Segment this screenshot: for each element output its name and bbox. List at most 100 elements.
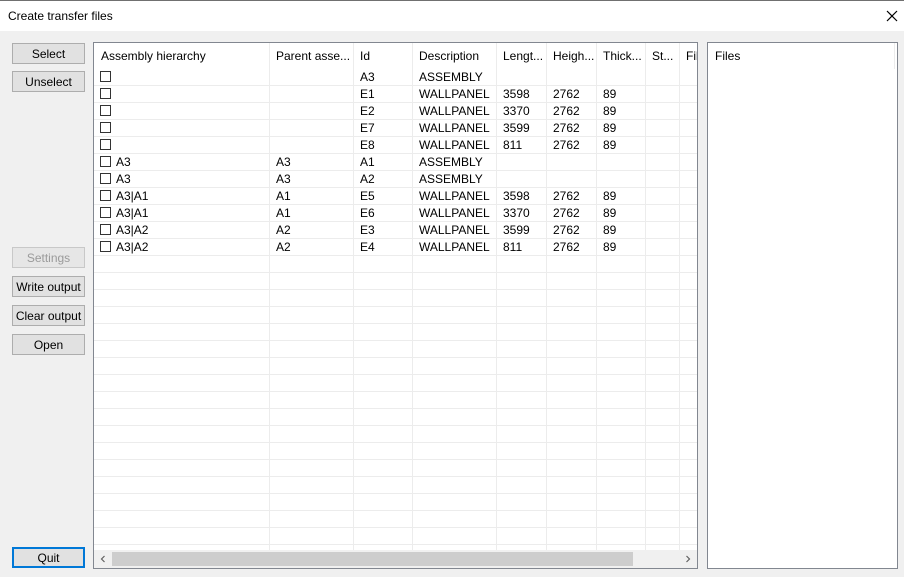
cell-height: [553, 154, 596, 170]
cell-description: ASSEMBLY: [419, 155, 483, 169]
cell-length: 3598: [503, 87, 530, 101]
cell-id: E3: [360, 223, 375, 237]
row-checkbox[interactable]: [100, 241, 111, 252]
cell-st: [652, 120, 679, 136]
cell-length: 3370: [503, 206, 530, 220]
cell-thickness: 89: [603, 206, 617, 220]
cell-length: 3599: [503, 223, 530, 237]
column-header[interactable]: Heigh...: [553, 43, 596, 69]
cell-description: WALLPANEL: [419, 87, 490, 101]
horizontal-scrollbar[interactable]: [94, 550, 697, 568]
window-title: Create transfer files: [8, 9, 113, 23]
open-button[interactable]: Open: [12, 334, 85, 355]
column-header[interactable]: Parent asse...: [276, 43, 353, 69]
cell-height: 2762: [553, 121, 580, 135]
scrollbar-thumb[interactable]: [112, 552, 633, 566]
row-checkbox[interactable]: [100, 173, 111, 184]
select-button[interactable]: Select: [12, 43, 85, 64]
cell-id: E1: [360, 87, 375, 101]
column-header[interactable]: Assembly hierarchy: [101, 43, 269, 69]
cell-description: ASSEMBLY: [419, 172, 483, 186]
row-checkbox[interactable]: [100, 105, 111, 116]
table-row[interactable]: A3|A2 A2 E4 WALLPANEL 811 2762 89: [94, 239, 697, 256]
table-row[interactable]: A3 A3 A1 ASSEMBLY: [94, 154, 697, 171]
table-row: [94, 375, 697, 392]
row-checkbox[interactable]: [100, 88, 111, 99]
clear-output-button[interactable]: Clear output: [12, 305, 85, 326]
cell-st: [652, 205, 679, 221]
settings-button[interactable]: Settings: [12, 247, 85, 268]
cell-thickness: 89: [603, 189, 617, 203]
row-checkbox[interactable]: [100, 190, 111, 201]
cell-id: E4: [360, 240, 375, 254]
files-header: Files: [715, 49, 741, 63]
cell-thickness: [603, 171, 645, 187]
cell-description: WALLPANEL: [419, 240, 490, 254]
cell-hierarchy: [116, 120, 269, 136]
table-row[interactable]: A3|A1 A1 E6 WALLPANEL 3370 2762 89: [94, 205, 697, 222]
cell-height: 2762: [553, 223, 580, 237]
row-checkbox[interactable]: [100, 122, 111, 133]
cell-hierarchy: A3: [116, 155, 131, 169]
close-icon[interactable]: [880, 1, 904, 31]
table-row[interactable]: E7 WALLPANEL 3599 2762 89: [94, 120, 697, 137]
cell-st: [652, 69, 679, 85]
cell-hierarchy: A3|A2: [116, 240, 149, 254]
table-row[interactable]: A3|A2 A2 E3 WALLPANEL 3599 2762 89: [94, 222, 697, 239]
cell-parent: [276, 69, 353, 85]
quit-button[interactable]: Quit: [12, 547, 85, 568]
row-checkbox[interactable]: [100, 71, 111, 82]
table-row: [94, 511, 697, 528]
column-header[interactable]: Id: [360, 43, 412, 69]
column-header[interactable]: Description: [419, 43, 496, 69]
column-header[interactable]: Lengt...: [503, 43, 546, 69]
assembly-grid[interactable]: Assembly hierarchy Parent asse... Id Descri…: [93, 42, 698, 569]
cell-description: WALLPANEL: [419, 121, 490, 135]
cell-thickness: 89: [603, 87, 617, 101]
cell-hierarchy: A3: [116, 172, 131, 186]
cell-st: [652, 239, 679, 255]
cell-st: [652, 137, 679, 153]
cell-description: WALLPANEL: [419, 104, 490, 118]
cell-parent: A2: [276, 223, 291, 237]
row-checkbox[interactable]: [100, 224, 111, 235]
table-row[interactable]: A3 A3 A2 ASSEMBLY: [94, 171, 697, 188]
table-row[interactable]: E2 WALLPANEL 3370 2762 89: [94, 103, 697, 120]
row-checkbox[interactable]: [100, 156, 111, 167]
table-row: [94, 307, 697, 324]
cell-hierarchy: A3|A1: [116, 189, 149, 203]
column-header[interactable]: St...: [652, 43, 679, 69]
write-output-button[interactable]: Write output: [12, 276, 85, 297]
cell-id: E5: [360, 189, 375, 203]
cell-thickness: 89: [603, 104, 617, 118]
cell-id: A2: [360, 172, 375, 186]
cell-st: [652, 171, 679, 187]
cell-description: WALLPANEL: [419, 206, 490, 220]
table-row: [94, 477, 697, 494]
unselect-button[interactable]: Unselect: [12, 71, 85, 92]
cell-hierarchy: [116, 103, 269, 119]
table-row: [94, 341, 697, 358]
table-row: [94, 273, 697, 290]
table-row[interactable]: E1 WALLPANEL 3598 2762 89: [94, 86, 697, 103]
files-list[interactable]: Files: [707, 42, 898, 569]
cell-height: 2762: [553, 104, 580, 118]
table-row[interactable]: E8 WALLPANEL 811 2762 89: [94, 137, 697, 154]
row-checkbox[interactable]: [100, 207, 111, 218]
table-row[interactable]: A3|A1 A1 E5 WALLPANEL 3598 2762 89: [94, 188, 697, 205]
title-bar: Create transfer files: [0, 0, 904, 31]
cell-parent: A1: [276, 189, 291, 203]
cell-thickness: [603, 69, 645, 85]
table-row[interactable]: A3 ASSEMBLY: [94, 69, 697, 86]
cell-thickness: 89: [603, 223, 617, 237]
column-header[interactable]: Fil: [686, 43, 697, 69]
column-header[interactable]: Thick...: [603, 43, 645, 69]
cell-parent: [276, 120, 353, 136]
table-row: [94, 426, 697, 443]
cell-hierarchy: [116, 137, 269, 153]
chevron-left-icon[interactable]: [94, 550, 112, 568]
row-checkbox[interactable]: [100, 139, 111, 150]
cell-st: [652, 103, 679, 119]
chevron-right-icon[interactable]: [679, 550, 697, 568]
grid-body: Assembly hierarchy Parent asse... Id Descri…: [94, 43, 697, 550]
